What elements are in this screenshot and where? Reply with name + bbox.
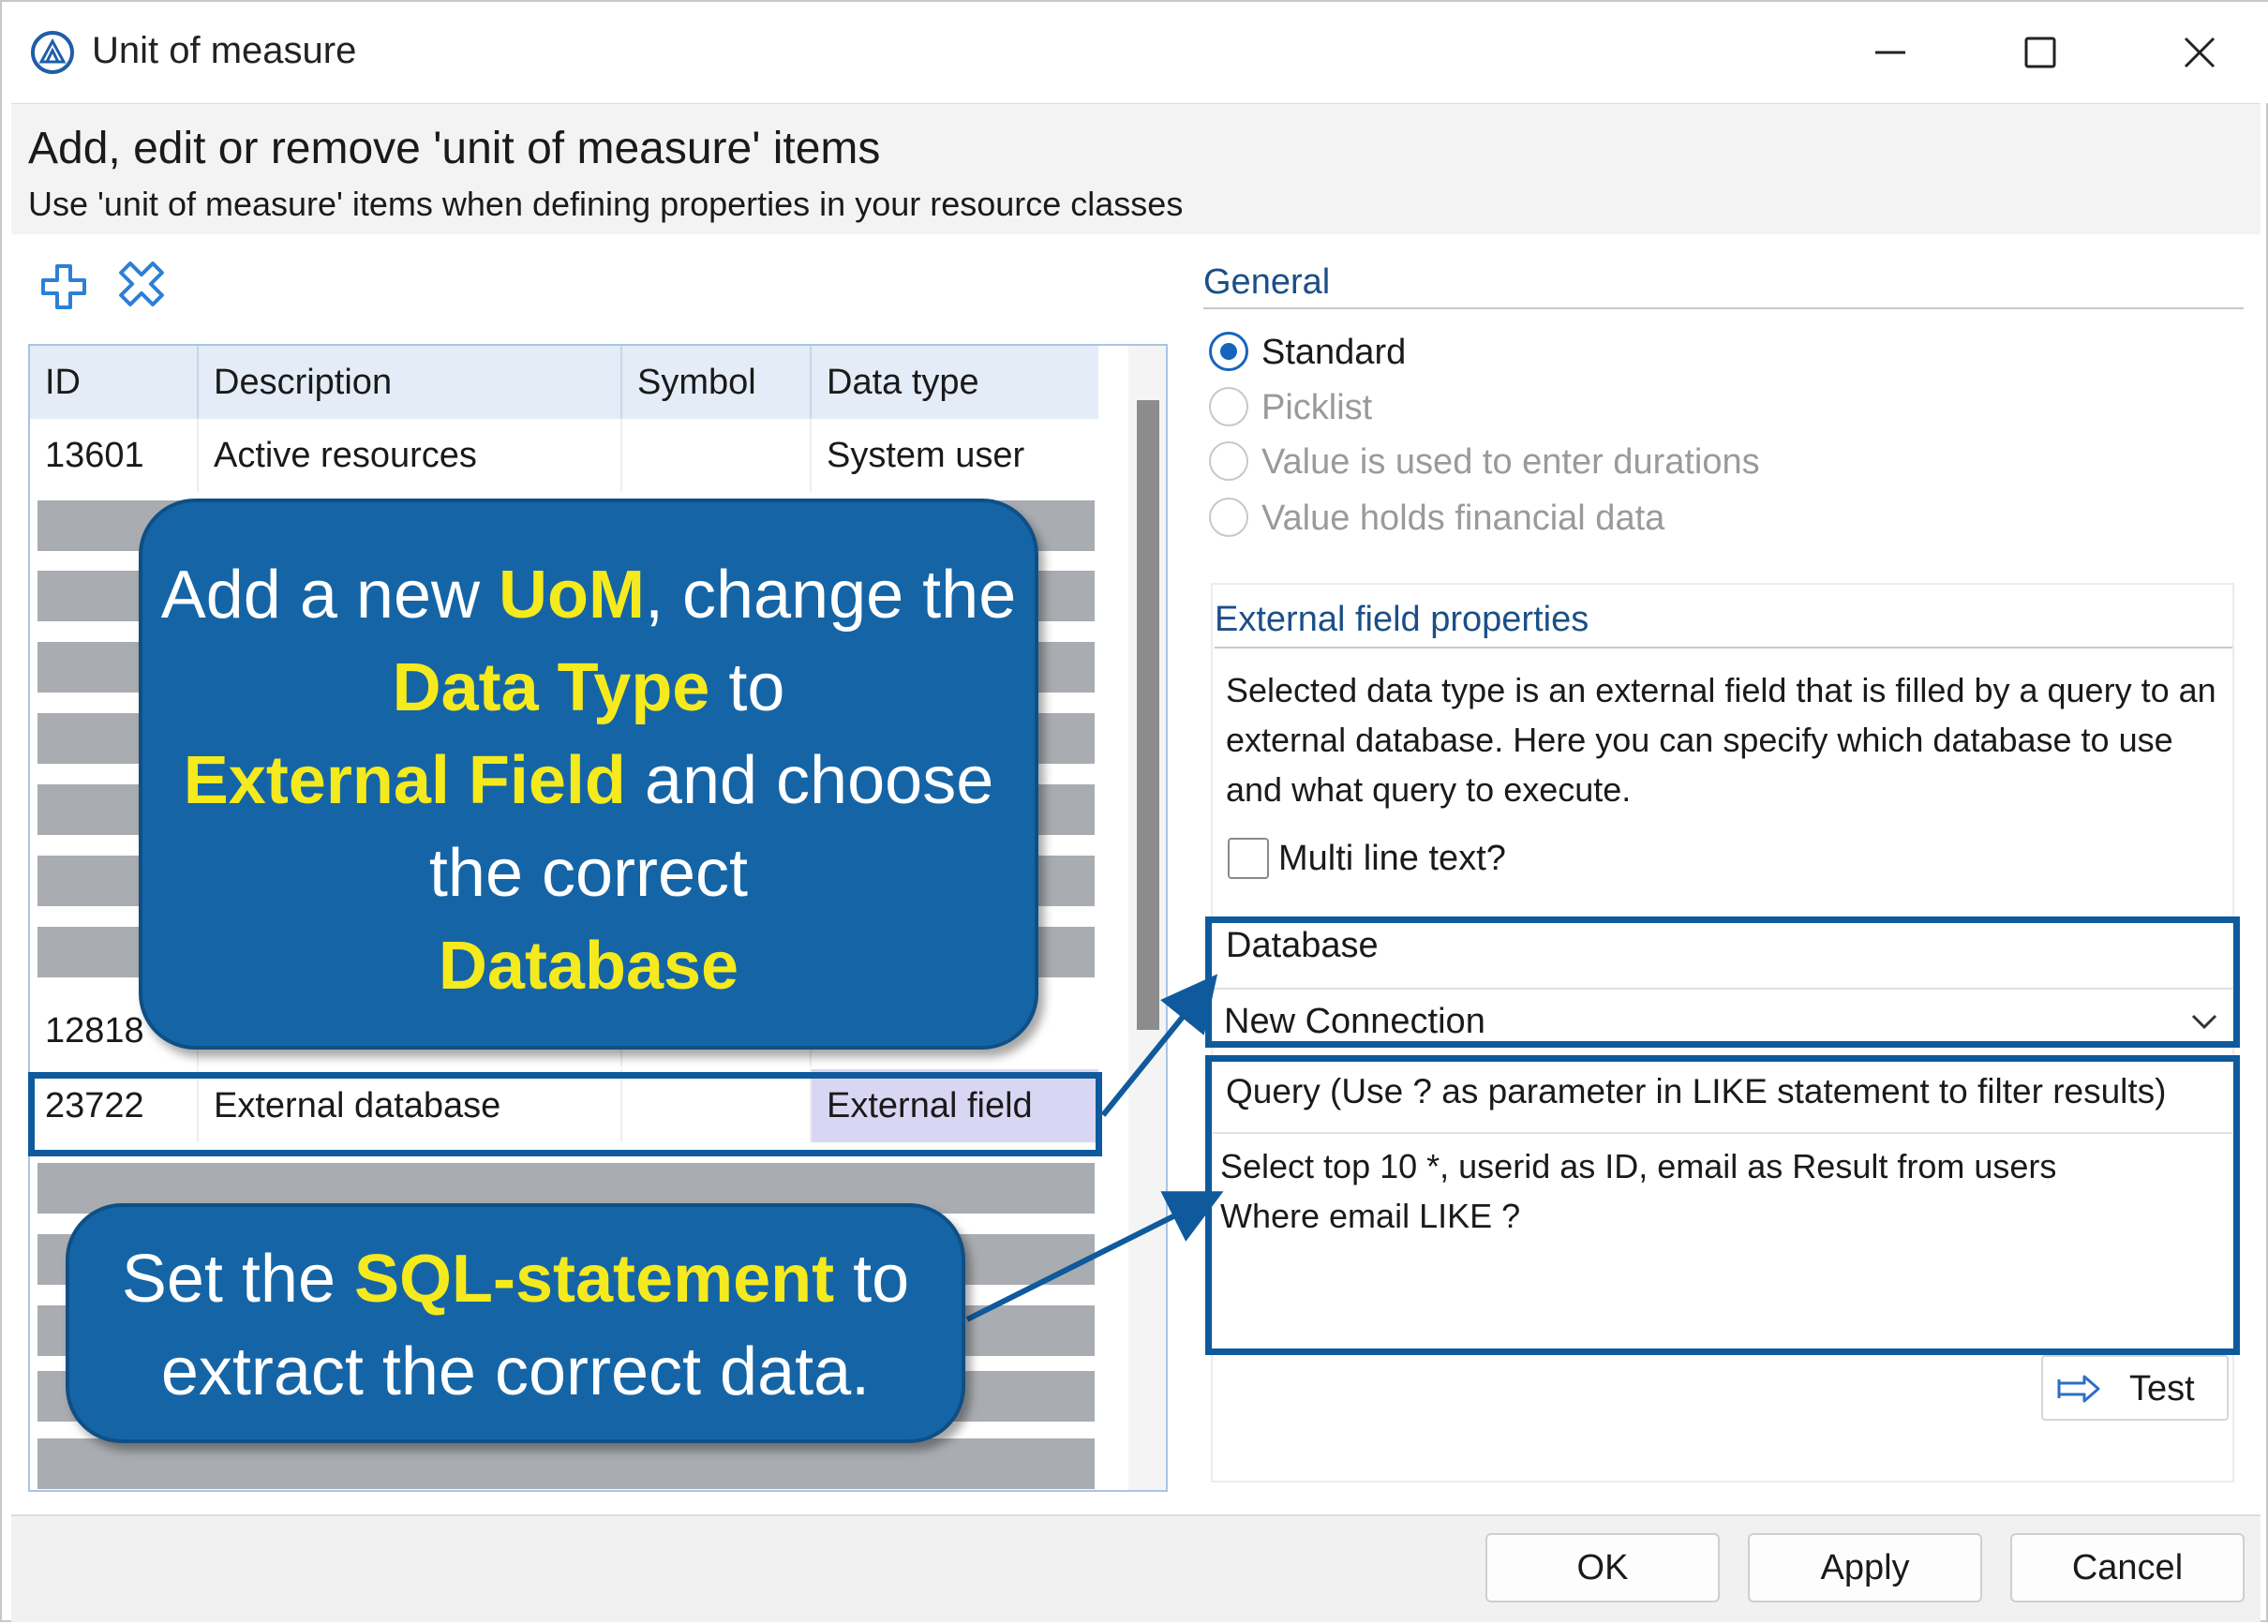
dialog-window: Unit of measure Add, edit or remove 'uni… [0, 0, 2268, 1622]
column-header-data-type[interactable]: Data type [812, 346, 1098, 419]
apply-button[interactable]: Apply [1748, 1533, 1982, 1602]
radio-label: Picklist [1261, 388, 1373, 427]
radio-label: Value holds financial data [1261, 499, 1665, 538]
radio-label: Value is used to enter durations [1261, 442, 1760, 482]
close-icon [2184, 37, 2216, 68]
cancel-button[interactable]: Cancel [2010, 1533, 2245, 1602]
callout-text: , change the [644, 558, 1017, 633]
table-header: ID Description Symbol Data type [30, 346, 1098, 419]
window-title: Unit of measure [92, 30, 357, 71]
minimize-icon [1875, 51, 1905, 54]
app-logo-icon [31, 31, 74, 74]
column-header-description[interactable]: Description [199, 346, 622, 419]
arrow-right-icon [2057, 1375, 2100, 1403]
ok-button[interactable]: OK [1485, 1533, 1720, 1602]
test-button-label: Test [2129, 1369, 2195, 1408]
plus-icon[interactable] [37, 261, 90, 313]
cell-description: Active resources [199, 419, 622, 492]
maximize-icon [2024, 37, 2056, 68]
header-subtitle: Use 'unit of measure' items when definin… [28, 185, 1184, 223]
minimize-button[interactable] [1834, 21, 1947, 84]
callout-emphasis: Database [438, 929, 739, 1004]
callout-add-uom: Add a new UoM, change the Data Type to E… [139, 499, 1038, 1050]
external-section-header: External field properties [1215, 600, 2232, 648]
radio-durations[interactable]: Value is used to enter durations [1209, 438, 2052, 486]
close-button[interactable] [2143, 21, 2256, 84]
callout-emphasis: UoM [498, 558, 645, 633]
maximize-button[interactable] [1984, 21, 2096, 84]
general-section-header: General [1203, 262, 2244, 309]
external-description: Selected data type is an external field … [1226, 671, 2216, 809]
remove-x-icon[interactable] [114, 257, 169, 311]
radio-standard[interactable]: Standard [1209, 328, 2052, 377]
cell-id: 13601 [30, 419, 199, 492]
column-header-symbol[interactable]: Symbol [622, 346, 812, 419]
table-row[interactable]: 13601 Active resources System user [30, 419, 1098, 492]
highlight-query [1205, 1055, 2240, 1355]
radio-unchecked-icon[interactable] [1209, 498, 1248, 537]
callout-text: Add a new [160, 558, 499, 633]
callout-emphasis: SQL-statement [354, 1242, 835, 1317]
callout-emphasis: External Field [183, 743, 626, 818]
highlight-database [1205, 916, 2240, 1048]
scrollbar-thumb[interactable] [1137, 400, 1159, 1030]
title-bar: Unit of measure [2, 2, 2268, 103]
radio-label: Standard [1261, 333, 1407, 372]
header-title: Add, edit or remove 'unit of measure' it… [28, 124, 881, 173]
radio-checked-icon[interactable] [1209, 332, 1248, 371]
dialog-header: Add, edit or remove 'unit of measure' it… [11, 103, 2261, 234]
callout-emphasis: Data Type [392, 650, 710, 725]
radio-unchecked-icon[interactable] [1209, 441, 1248, 481]
callout-text: Set the [121, 1242, 354, 1317]
cell-data-type: System user [827, 436, 1025, 475]
cell-symbol [622, 419, 812, 492]
highlight-selected-row [28, 1072, 1102, 1156]
redacted-row [37, 1438, 1095, 1489]
column-header-id[interactable]: ID [30, 346, 199, 419]
radio-unchecked-icon[interactable] [1209, 387, 1248, 426]
callout-text: to [709, 650, 785, 725]
radio-picklist[interactable]: Picklist [1209, 383, 2052, 432]
callout-sql-statement: Set the SQL-statement to extract the cor… [66, 1203, 965, 1443]
table-scrollbar[interactable] [1128, 346, 1166, 1490]
multiline-label: Multi line text? [1278, 839, 1506, 878]
test-button[interactable]: Test [2041, 1355, 2229, 1421]
radio-financial[interactable]: Value holds financial data [1209, 494, 2052, 543]
multiline-checkbox[interactable] [1228, 838, 1269, 879]
